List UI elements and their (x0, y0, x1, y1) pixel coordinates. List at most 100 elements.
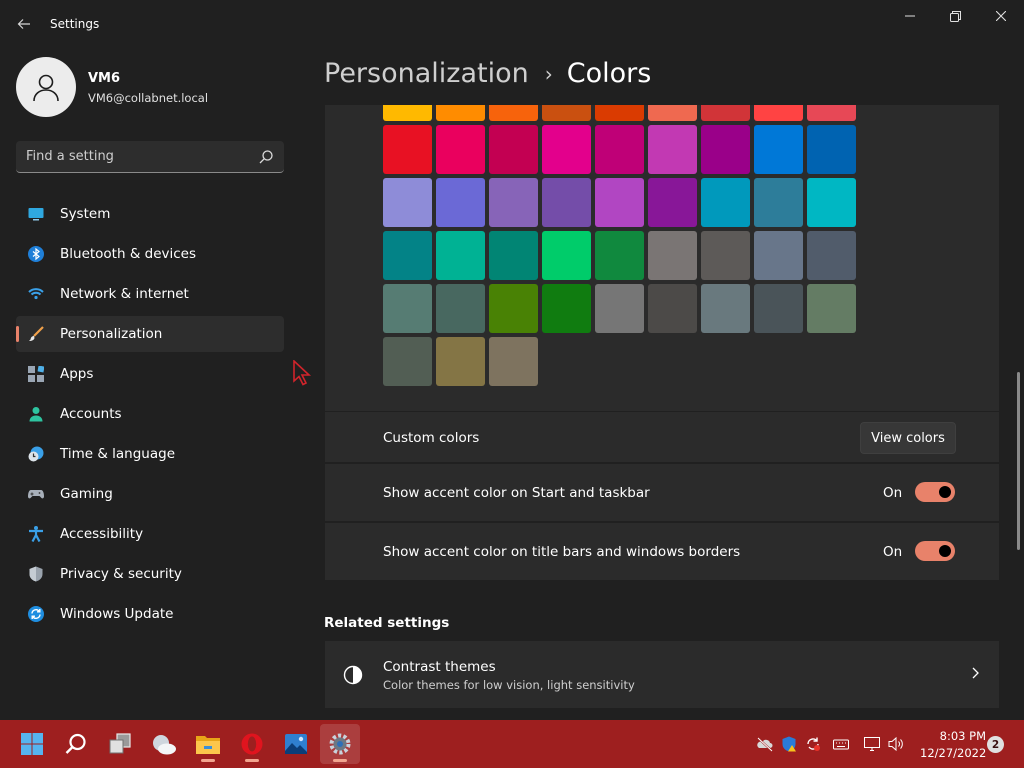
color-swatch[interactable] (754, 178, 803, 227)
color-swatch[interactable] (701, 178, 750, 227)
toggle-label: Show accent color on title bars and wind… (383, 544, 741, 560)
color-swatch[interactable] (489, 231, 538, 280)
accent-start-taskbar-toggle[interactable] (915, 482, 955, 502)
color-swatch[interactable] (754, 105, 803, 121)
photos-button[interactable] (276, 724, 316, 764)
contrast-themes-subtitle: Color themes for low vision, light sensi… (383, 678, 635, 692)
color-swatch[interactable] (489, 125, 538, 174)
color-swatch[interactable] (595, 105, 644, 121)
color-swatch[interactable] (542, 178, 591, 227)
color-swatch[interactable] (436, 178, 485, 227)
color-swatch[interactable] (436, 125, 485, 174)
sidebar-item-system[interactable]: System (16, 196, 284, 232)
avatar[interactable] (16, 57, 76, 117)
breadcrumb-parent[interactable]: Personalization (324, 58, 529, 89)
color-swatch[interactable] (383, 284, 432, 333)
sidebar-item-network[interactable]: Network & internet (16, 276, 284, 312)
onedrive-offline-icon[interactable] (757, 736, 773, 752)
color-swatch[interactable] (807, 178, 856, 227)
search-box[interactable] (16, 141, 284, 173)
notification-badge[interactable]: 2 (987, 736, 1004, 753)
related-settings-heading: Related settings (324, 615, 450, 631)
toggle-knob (939, 545, 951, 557)
settings-taskbar-button[interactable] (320, 724, 360, 764)
back-button[interactable] (12, 12, 36, 36)
sidebar-item-bluetooth[interactable]: Bluetooth & devices (16, 236, 284, 272)
sidebar-item-accounts[interactable]: Accounts (16, 396, 284, 432)
search-icon[interactable] (258, 149, 274, 165)
update-restart-icon[interactable] (805, 736, 821, 752)
opera-button[interactable] (232, 724, 272, 764)
color-swatch[interactable] (595, 178, 644, 227)
minimize-button[interactable] (887, 4, 933, 28)
color-swatch[interactable] (648, 231, 697, 280)
sidebar-item-privacy[interactable]: Privacy & security (16, 556, 284, 592)
color-swatch[interactable] (542, 284, 591, 333)
start-button[interactable] (12, 724, 52, 764)
color-swatch[interactable] (648, 284, 697, 333)
color-swatch[interactable] (489, 284, 538, 333)
sidebar-item-accessibility[interactable]: Accessibility (16, 516, 284, 552)
color-swatch[interactable] (701, 284, 750, 333)
close-button[interactable] (978, 4, 1024, 28)
color-swatch[interactable] (383, 178, 432, 227)
color-swatch[interactable] (648, 178, 697, 227)
color-swatch[interactable] (436, 105, 485, 121)
color-swatch[interactable] (701, 125, 750, 174)
view-colors-button[interactable]: View colors (860, 422, 956, 454)
color-swatch[interactable] (754, 284, 803, 333)
color-swatch[interactable] (701, 231, 750, 280)
clock-date[interactable]: 12/27/2022 (920, 746, 986, 760)
search-input[interactable] (26, 141, 256, 172)
weather-icon (153, 735, 176, 755)
file-explorer-button[interactable] (188, 724, 228, 764)
color-swatch[interactable] (807, 125, 856, 174)
taskbar-search-button[interactable] (56, 724, 96, 764)
color-swatch[interactable] (383, 125, 432, 174)
color-swatch[interactable] (489, 105, 538, 121)
color-swatch[interactable] (436, 284, 485, 333)
scrollbar[interactable] (1017, 372, 1020, 550)
color-swatch[interactable] (595, 284, 644, 333)
color-swatch[interactable] (648, 105, 697, 121)
color-swatch[interactable] (595, 125, 644, 174)
accent-title-bars-toggle[interactable] (915, 541, 955, 561)
volume-icon[interactable] (888, 736, 904, 752)
sidebar-item-windows-update[interactable]: Windows Update (16, 596, 284, 632)
color-swatch[interactable] (542, 105, 591, 121)
apps-icon (28, 366, 44, 382)
monitor-icon (28, 208, 44, 221)
sidebar-item-gaming[interactable]: Gaming (16, 476, 284, 512)
color-swatch[interactable] (807, 231, 856, 280)
color-swatch[interactable] (648, 125, 697, 174)
wifi-icon (28, 288, 44, 300)
color-swatch[interactable] (754, 231, 803, 280)
sidebar-item-label: Time & language (60, 446, 176, 462)
color-swatch[interactable] (595, 231, 644, 280)
keyboard-icon[interactable] (833, 736, 849, 752)
color-swatch[interactable] (436, 231, 485, 280)
sidebar-item-personalization[interactable]: Personalization (16, 316, 284, 352)
color-swatch[interactable] (383, 231, 432, 280)
contrast-themes-link[interactable]: Contrast themes Color themes for low vis… (325, 641, 999, 708)
restore-button[interactable] (932, 4, 978, 28)
sidebar-item-time-language[interactable]: Time & language (16, 436, 284, 472)
color-swatch[interactable] (807, 105, 856, 121)
security-warning-icon[interactable] (781, 736, 797, 752)
color-swatch[interactable] (489, 337, 538, 386)
task-view-button[interactable] (100, 724, 140, 764)
color-swatch[interactable] (754, 125, 803, 174)
color-swatch[interactable] (383, 337, 432, 386)
color-swatch[interactable] (701, 105, 750, 121)
color-swatch[interactable] (489, 178, 538, 227)
sidebar-item-apps[interactable]: Apps (16, 356, 284, 392)
clock-time[interactable]: 8:03 PM (924, 729, 986, 743)
widgets-button[interactable] (144, 724, 184, 764)
network-ethernet-icon[interactable] (864, 736, 880, 752)
color-swatch[interactable] (807, 284, 856, 333)
chevron-right-icon (972, 667, 979, 679)
color-swatch[interactable] (383, 105, 432, 121)
color-swatch[interactable] (542, 125, 591, 174)
color-swatch[interactable] (436, 337, 485, 386)
color-swatch[interactable] (542, 231, 591, 280)
